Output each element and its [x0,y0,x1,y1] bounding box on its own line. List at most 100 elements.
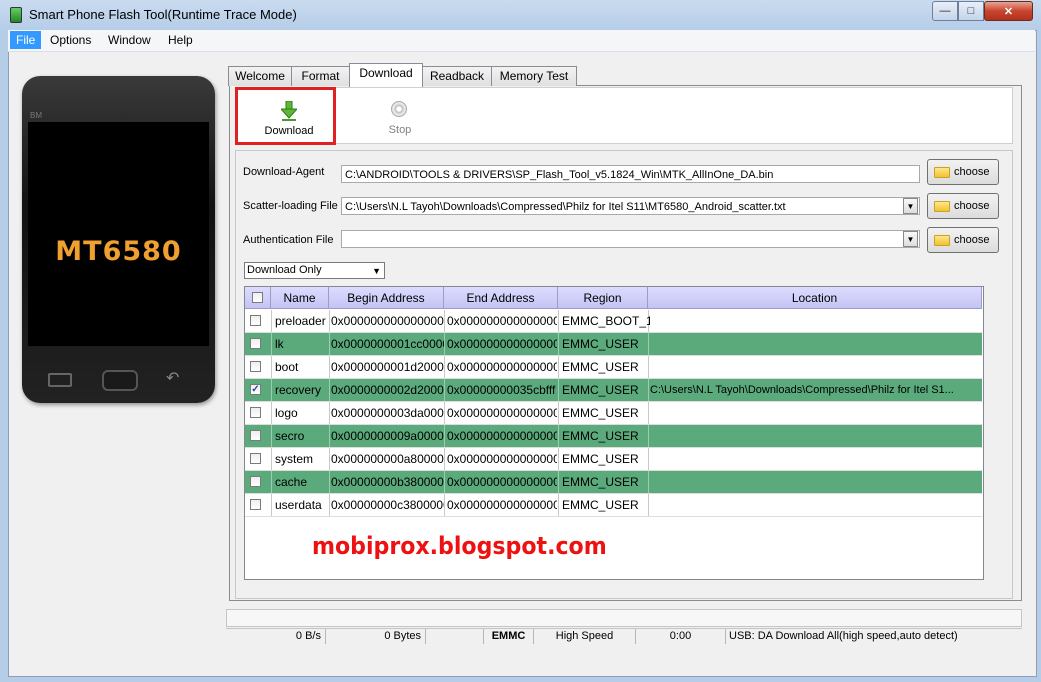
cell-divider [558,471,559,493]
folder-icon [934,167,950,178]
status-bytes: 0 Bytes [326,629,426,644]
cell-divider [271,310,272,332]
header-location[interactable]: Location [648,287,982,309]
cell-location [650,310,980,332]
row-checkbox[interactable] [250,453,261,464]
row-checkbox[interactable] [250,315,261,326]
stop-button-label[interactable]: Stop [380,124,420,136]
cell-divider [444,310,445,332]
cell-divider [444,379,445,401]
auth-file-field[interactable] [341,230,920,248]
cell-end: 0x0000000000000000 [447,498,557,512]
menu-window[interactable]: Window [105,33,154,47]
choose-download-agent-button[interactable]: choose [927,159,999,185]
table-row[interactable]: boot 0x0000000001d20000 0x0000000000000000… [245,356,982,379]
tab-welcome[interactable]: Welcome [228,66,292,86]
table-row[interactable]: userdata 0x00000000c3800000 0x000000000000… [245,494,982,517]
menu-file[interactable]: File [10,31,42,49]
cell-name: lk [275,337,284,351]
cell-begin: 0x000000000a800000 [331,452,444,466]
menu-options[interactable]: Options [47,33,94,47]
table-row[interactable]: ✓ recovery 0x0000000002d20000 0x00000000035… [245,379,982,402]
scatter-file-field[interactable]: C:\Users\N.L Tayoh\Downloads\Compressed\… [341,197,920,215]
row-checkbox[interactable] [250,476,261,487]
title-bar[interactable]: Smart Phone Flash Tool(Runtime Trace Mod… [0,0,1041,29]
scatter-file-label: Scatter-loading File [243,200,338,212]
cell-region: EMMC_USER [562,498,639,512]
status-time: 0:00 [636,629,726,644]
cell-begin: 0x0000000003da0000 [331,406,444,420]
row-checkbox[interactable] [250,361,261,372]
stop-icon[interactable] [391,101,407,117]
phone-model-label: MT6580 [55,236,182,267]
chevron-down-icon: ▼ [906,201,915,211]
header-end-address[interactable]: End Address [444,287,558,309]
cell-divider [558,356,559,378]
table-row[interactable]: logo 0x0000000003da0000 0x0000000000000000… [245,402,982,425]
cell-end: 0x0000000000000000 [447,429,557,443]
cell-region: EMMC_USER [562,406,639,420]
cell-region: EMMC_USER [562,337,639,351]
header-name[interactable]: Name [271,287,329,309]
cell-end: 0x0000000000000000 [447,314,557,328]
header-begin-address[interactable]: Begin Address [329,287,444,309]
cell-location [650,356,980,378]
cell-divider [558,425,559,447]
cell-divider [271,471,272,493]
tab-readback[interactable]: Readback [422,66,492,86]
row-checkbox[interactable]: ✓ [250,384,261,395]
minimize-icon: — [939,5,951,17]
choose-auth-button[interactable]: choose [927,227,999,253]
choose-label: choose [954,200,990,212]
phone-screen [28,122,209,346]
download-mode-select[interactable]: Download Only ▼ [244,262,385,279]
cell-divider [271,494,272,516]
download-agent-field[interactable]: C:\ANDROID\TOOLS & DRIVERS\SP_Flash_Tool… [341,165,920,183]
phone-brand: BM [30,111,42,120]
header-select-all[interactable] [245,287,271,309]
toolbar [235,87,1013,144]
row-checkbox[interactable] [250,407,261,418]
table-row[interactable]: system 0x000000000a800000 0x00000000000000… [245,448,982,471]
cell-location [650,448,980,470]
scatter-dropdown-button[interactable]: ▼ [903,198,918,214]
download-mode-value: Download Only [247,264,322,276]
select-all-checkbox[interactable] [252,292,263,303]
tab-memory-test[interactable]: Memory Test [491,66,577,86]
cell-region: EMMC_USER [562,383,639,397]
row-checkbox[interactable] [250,499,261,510]
cell-divider [444,356,445,378]
cell-divider [558,494,559,516]
cell-name: secro [275,429,305,443]
tab-download[interactable]: Download [349,63,423,87]
table-row[interactable]: preloader 0x0000000000000000 0x00000000000… [245,310,982,333]
menu-help[interactable]: Help [165,33,196,47]
row-checkbox[interactable] [250,430,261,441]
cell-divider [271,356,272,378]
cell-location [650,402,980,424]
cell-end: 0x0000000000000000 [447,360,557,374]
cell-location [650,471,980,493]
status-message: USB: DA Download All(high speed,auto det… [729,630,958,642]
maximize-button[interactable]: □ [958,1,984,21]
cell-begin: 0x0000000001cc0000 [331,337,444,351]
table-row[interactable]: lk 0x0000000001cc0000 0x0000000000000000 EM… [245,333,982,356]
annotation-highlight-box [235,87,336,145]
cell-divider [271,448,272,470]
cell-divider [444,471,445,493]
table-row[interactable]: secro 0x0000000009a00000 0x000000000000000… [245,425,982,448]
chevron-down-icon: ▼ [906,234,915,244]
maximize-icon: □ [967,5,975,17]
row-checkbox[interactable] [250,338,261,349]
cell-end: 0x00000000035cbfff [447,383,556,397]
window-title: Smart Phone Flash Tool(Runtime Trace Mod… [29,7,297,22]
header-region[interactable]: Region [558,287,648,309]
close-button[interactable]: ✕ [984,1,1033,21]
cell-region: EMMC_USER [562,360,639,374]
auth-dropdown-button[interactable]: ▼ [903,231,918,247]
tab-format[interactable]: Format [291,66,350,86]
choose-scatter-button[interactable]: choose [927,193,999,219]
minimize-button[interactable]: — [932,1,958,21]
app-icon [10,7,22,23]
table-row[interactable]: cache 0x00000000b3800000 0x000000000000000… [245,471,982,494]
